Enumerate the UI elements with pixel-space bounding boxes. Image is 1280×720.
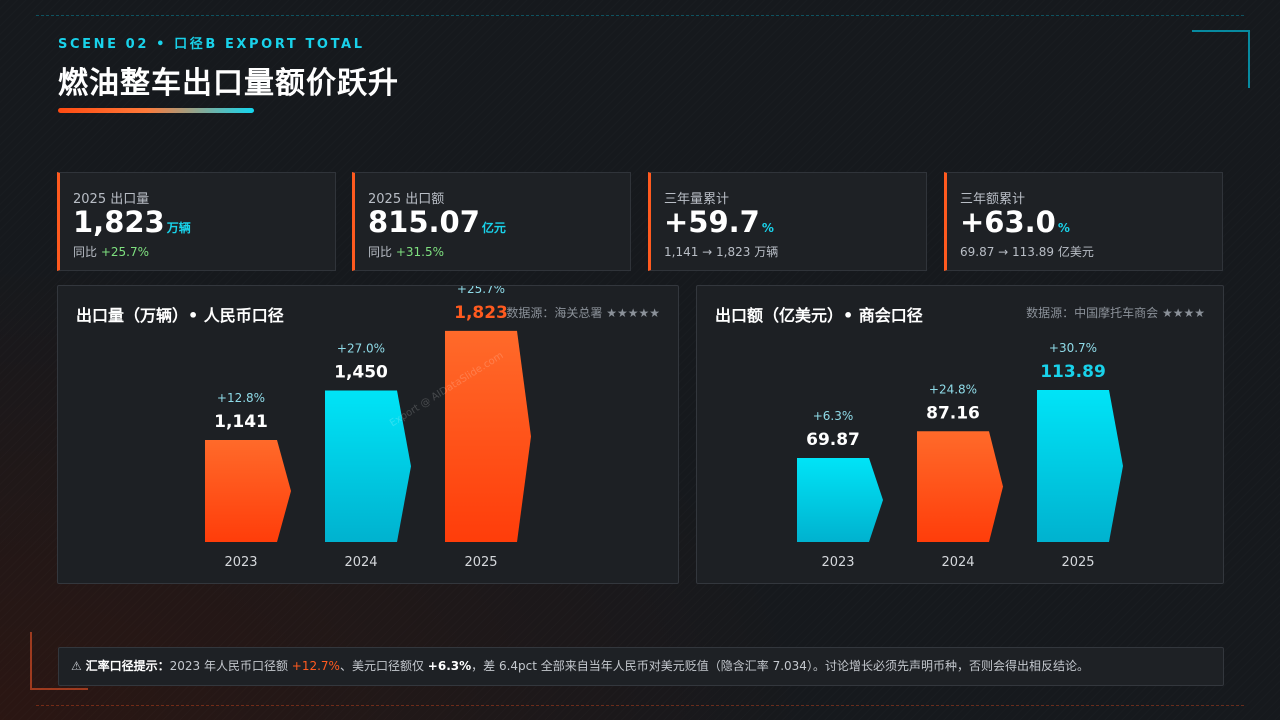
note-usd-growth: +6.3% [427, 659, 472, 673]
note-text-2: 、美元口径额仅 [339, 659, 428, 673]
note-text-3: ，差 6.4pct 全部来自当年人民币对美元贬值（隐含汇率 7.034）。讨论增… [471, 659, 1089, 673]
kpi-unit: % [1057, 221, 1070, 235]
value-label-2023: 1,141 [214, 412, 268, 432]
category-label-2024: 2024 [941, 555, 974, 570]
value-label-2023: 69.87 [806, 430, 860, 450]
kpi-yoy-delta: +31.5% [395, 245, 445, 259]
kpi-yoy-prefix: 同比 [73, 245, 101, 259]
kpi-value: 815.07 [368, 205, 480, 239]
growth-label-2023: +12.8% [217, 391, 265, 405]
value-bar-chart: 69.87 +6.3% 2023 87.16 +24.8% 2024 113.89 +30.7… [797, 341, 1123, 570]
value-label-2025: 1,823 [454, 303, 508, 323]
warning-icon: ⚠ [71, 659, 82, 673]
top-dashed-divider [36, 15, 1244, 16]
bottom-dashed-divider [36, 705, 1244, 706]
kpi-value-row: +59.7% [664, 205, 774, 239]
kpi-card-three-year-value: 三年额累计 +63.0% 69.87 → 113.89 亿美元 [944, 172, 1223, 271]
kpi-yoy: 同比 +31.5% [368, 243, 444, 260]
kpi-yoy: 同比 +25.7% [73, 243, 149, 260]
kpi-card-export-volume: 2025 出口量 1,823 万辆 同比 +25.7% [57, 172, 336, 271]
growth-label-2025: +25.7% [457, 286, 505, 296]
category-label-2025: 2025 [464, 555, 497, 570]
value-label-2024: 1,450 [334, 363, 388, 383]
growth-label-2024: +27.0% [337, 342, 385, 356]
kpi-value-row: 1,823 万辆 [73, 205, 191, 239]
category-label-2023: 2023 [821, 555, 854, 570]
kpi-yoy-prefix: 同比 [368, 245, 396, 259]
value-label-2024: 87.16 [926, 403, 980, 423]
growth-label-2023: +6.3% [813, 409, 854, 423]
category-label-2023: 2023 [224, 555, 257, 570]
kpi-card-three-year-volume: 三年量累计 +59.7% 1,141 → 1,823 万辆 [648, 172, 927, 271]
chart-panel-value: 出口额（亿美元）• 商会口径 数据源：中国摩托车商会 ★★★★ 69.87 +6.… [696, 285, 1224, 584]
note-rmb-growth: +12.7% [291, 659, 340, 673]
note-text-1: 2023 年人民币口径额 [169, 659, 292, 673]
bar-2024 [917, 431, 1003, 542]
kpi-card-export-value: 2025 出口额 815.07 亿元 同比 +31.5% [352, 172, 631, 271]
kpi-value-row: 815.07 亿元 [368, 205, 506, 239]
page-title: 燃油整车出口量额价跃升 [58, 66, 399, 101]
scene-eyebrow: SCENE 02 • 口径B EXPORT TOTAL [58, 37, 365, 52]
kpi-value: +59.7 [664, 205, 760, 239]
kpi-yoy-delta: +25.7% [100, 245, 150, 259]
title-accent-bar [58, 108, 254, 113]
category-label-2025: 2025 [1061, 555, 1094, 570]
bar-2025 [1037, 389, 1123, 542]
kpi-value-row: +63.0% [960, 205, 1070, 239]
corner-bracket-top-right [1192, 30, 1250, 88]
kpi-range: 69.87 → 113.89 亿美元 [960, 245, 1094, 259]
note-label: 汇率口径提示： [85, 659, 170, 673]
category-label-2024: 2024 [344, 555, 377, 570]
growth-label-2024: +24.8% [929, 382, 977, 396]
kpi-range: 1,141 → 1,823 万辆 [664, 245, 779, 259]
fx-note-bar: ⚠ 汇率口径提示：2023 年人民币口径额 +12.7%、美元口径额仅 +6.3… [58, 647, 1224, 686]
kpi-unit: % [761, 221, 774, 235]
kpi-unit: 万辆 [166, 221, 191, 235]
chart-panel-volume: 出口量（万辆）• 人民币口径 数据源：海关总署 ★★★★★ 1,141 +12.8… [57, 285, 679, 584]
kpi-value: 1,823 [73, 205, 165, 239]
kpi-unit: 亿元 [481, 221, 506, 235]
bar-2023 [205, 440, 291, 542]
kpi-value: +63.0 [960, 205, 1056, 239]
value-label-2025: 113.89 [1040, 362, 1106, 382]
bar-2023 [797, 458, 883, 542]
volume-bar-chart: 1,141 +12.8% 2023 1,450 +27.0% 2024 1,823 +25.7… [205, 286, 531, 570]
growth-label-2025: +30.7% [1049, 341, 1097, 355]
